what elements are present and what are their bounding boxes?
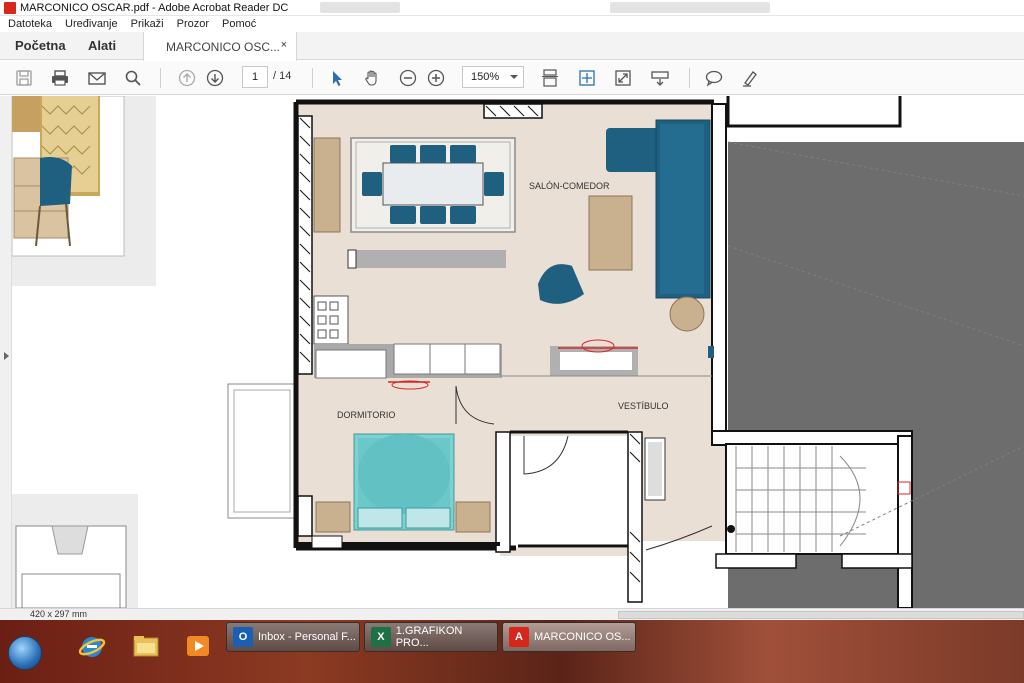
page-down-icon[interactable]: [204, 67, 226, 89]
blurred-title-region: [610, 2, 770, 13]
left-panel-toggle[interactable]: [0, 96, 12, 608]
toolbar-separator: [312, 68, 313, 88]
print-icon[interactable]: [49, 67, 71, 89]
tab-document[interactable]: MARCONICO OSC... ×: [143, 32, 297, 61]
floor-plan-drawing: SALÓN-COMEDOR DORMITORIO VESTÍBULO: [11, 96, 1024, 608]
blue-chair: [40, 157, 72, 206]
menu-edit[interactable]: Uređivanje: [65, 18, 118, 30]
document-viewport[interactable]: SALÓN-COMEDOR DORMITORIO VESTÍBULO: [0, 96, 1024, 608]
pdf-app-icon: [4, 1, 16, 14]
tab-tools[interactable]: Alati: [88, 38, 116, 53]
sofa-arm: [606, 128, 664, 172]
read-mode-icon[interactable]: [649, 67, 671, 89]
page-number-input[interactable]: 1: [242, 66, 268, 88]
comment-icon[interactable]: [703, 67, 725, 89]
highlight-icon[interactable]: [739, 67, 761, 89]
status-bar: 420 x 297 mm: [0, 608, 1024, 620]
chevron-down-icon: [510, 75, 518, 79]
console: [350, 250, 506, 268]
page-total: / 14: [273, 70, 292, 82]
lamp-sketch: [51, 525, 89, 555]
hand-icon[interactable]: [361, 67, 383, 89]
expand-left-icon: [4, 352, 9, 360]
internet-explorer-icon[interactable]: [74, 628, 110, 664]
windows-taskbar: O Inbox - Personal F... X 1.GRAFIKON PRO…: [0, 620, 1024, 683]
toolbar-separator: [689, 68, 690, 88]
tab-bar: Početna Alati MARCONICO OSC... ×: [0, 32, 1024, 61]
fullscreen-icon[interactable]: [612, 67, 634, 89]
tab-document-label: MARCONICO OSC...: [166, 39, 281, 54]
menu-help[interactable]: Pomoć: [222, 18, 256, 30]
email-icon[interactable]: [86, 67, 108, 89]
tab-home[interactable]: Početna: [15, 38, 66, 53]
taskbar-item-acrobat[interactable]: A MARCONICO OS...: [502, 622, 636, 652]
taskbar-item-label: 1.GRAFIKON PRO...: [395, 625, 463, 649]
room-label-hall: VESTÍBULO: [618, 401, 669, 411]
fit-page-icon[interactable]: [576, 67, 598, 89]
sideboard: [313, 137, 341, 233]
scroll-mode-icon[interactable]: [539, 67, 561, 89]
zoom-select[interactable]: 150%: [462, 66, 524, 88]
pdf-icon: A: [509, 627, 529, 647]
file-explorer-icon[interactable]: [128, 628, 164, 664]
menu-bar: Datoteka Uređivanje Prikaži Prozor Pomoć: [0, 16, 1024, 32]
dining-table: [382, 162, 484, 206]
menu-file[interactable]: Datoteka: [8, 18, 52, 30]
zoom-out-icon[interactable]: [397, 67, 419, 89]
window-title: MARCONICO OSCAR.pdf - Adobe Acrobat Read…: [20, 1, 289, 14]
coffee-table: [588, 195, 633, 271]
bathroom-white: [500, 436, 642, 548]
tab-close-icon[interactable]: ×: [281, 39, 287, 51]
page-up-icon[interactable]: [176, 67, 198, 89]
taskbar-item-label: MARCONICO OS...: [534, 631, 631, 643]
menu-window[interactable]: Prozor: [177, 18, 209, 30]
select-arrow-icon[interactable]: [326, 67, 348, 89]
outlook-icon: O: [233, 627, 253, 647]
room-label-living: SALÓN-COMEDOR: [529, 181, 610, 191]
toolbar-separator: [160, 68, 161, 88]
zoom-in-icon[interactable]: [425, 67, 447, 89]
blurred-title-region: [320, 2, 400, 13]
zoom-value: 150%: [471, 71, 500, 83]
stove: [313, 295, 349, 345]
window-title-bar: MARCONICO OSCAR.pdf - Adobe Acrobat Read…: [0, 0, 1024, 16]
horizontal-scrollbar[interactable]: [618, 611, 1024, 619]
page-size-label: 420 x 297 mm: [30, 609, 88, 619]
media-player-icon[interactable]: [180, 628, 216, 664]
taskbar-item-label: Inbox - Personal F...: [258, 631, 356, 643]
taskbar-item-excel[interactable]: X 1.GRAFIKON PRO...: [364, 622, 498, 652]
save-icon[interactable]: [13, 67, 35, 89]
side-table: [669, 296, 705, 332]
search-icon[interactable]: [122, 67, 144, 89]
menu-view[interactable]: Prikaži: [131, 18, 164, 30]
taskbar-item-outlook[interactable]: O Inbox - Personal F...: [226, 622, 360, 652]
start-button[interactable]: [8, 636, 42, 670]
excel-icon: X: [371, 627, 391, 647]
room-label-bedroom: DORMITORIO: [337, 410, 395, 420]
